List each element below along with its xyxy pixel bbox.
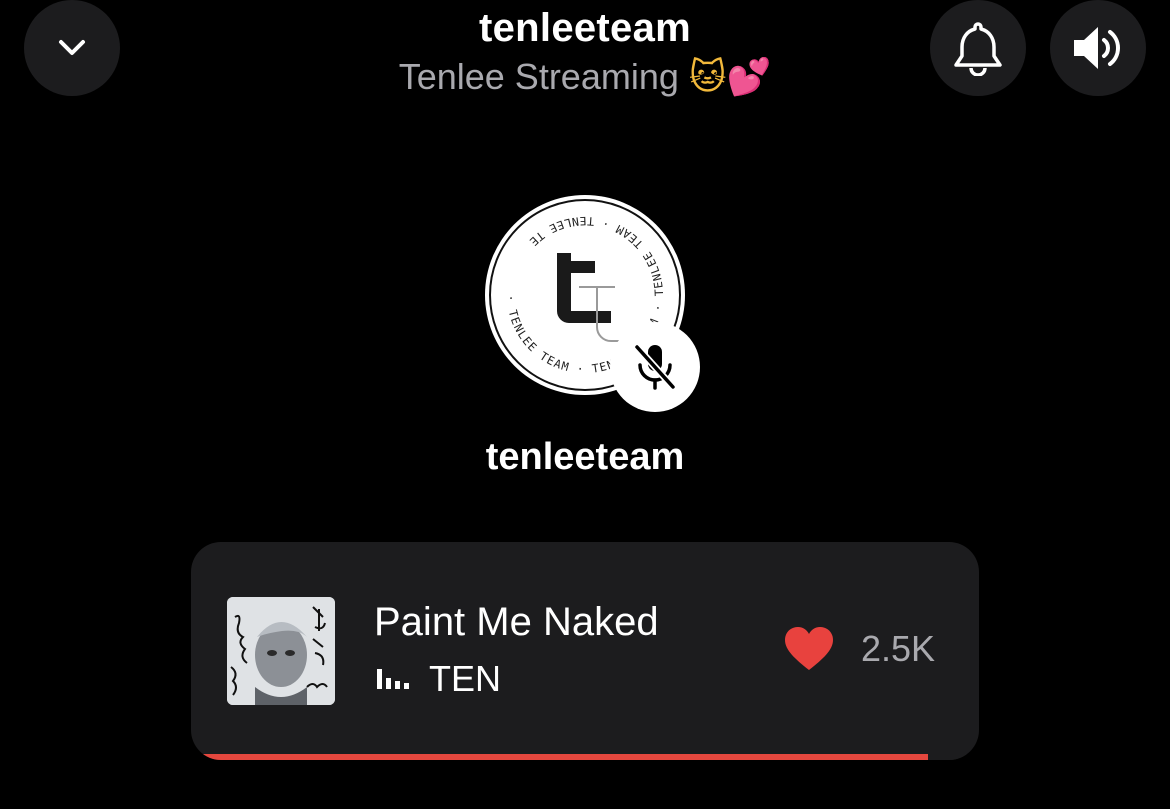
album-art <box>227 597 335 705</box>
equalizer-icon <box>377 669 409 689</box>
host-name: tenleeteam <box>485 436 685 478</box>
heart-icon[interactable] <box>783 626 835 672</box>
two-hearts-emoji: 💕 <box>726 57 772 98</box>
track-title: Paint Me Naked <box>374 600 659 644</box>
muted-badge <box>610 322 700 412</box>
track-artist-row: TEN <box>377 658 501 699</box>
notifications-button[interactable] <box>930 0 1026 96</box>
like-count: 2.5K <box>861 628 936 669</box>
now-playing-card[interactable]: Paint Me Naked TEN 2.5K <box>191 542 979 760</box>
playback-progress-bar <box>191 754 979 760</box>
speaker-icon <box>1074 27 1120 69</box>
subtitle-text: Tenlee Streaming <box>398 56 679 97</box>
sound-button[interactable] <box>1050 0 1146 96</box>
microphone-slash-icon <box>634 344 676 390</box>
bell-icon <box>954 22 1002 76</box>
like-group[interactable]: 2.5K <box>783 626 935 672</box>
cat-face-emoji: 🐱 <box>688 57 727 98</box>
track-artist: TEN <box>429 658 501 699</box>
playback-progress-fill <box>191 754 928 760</box>
